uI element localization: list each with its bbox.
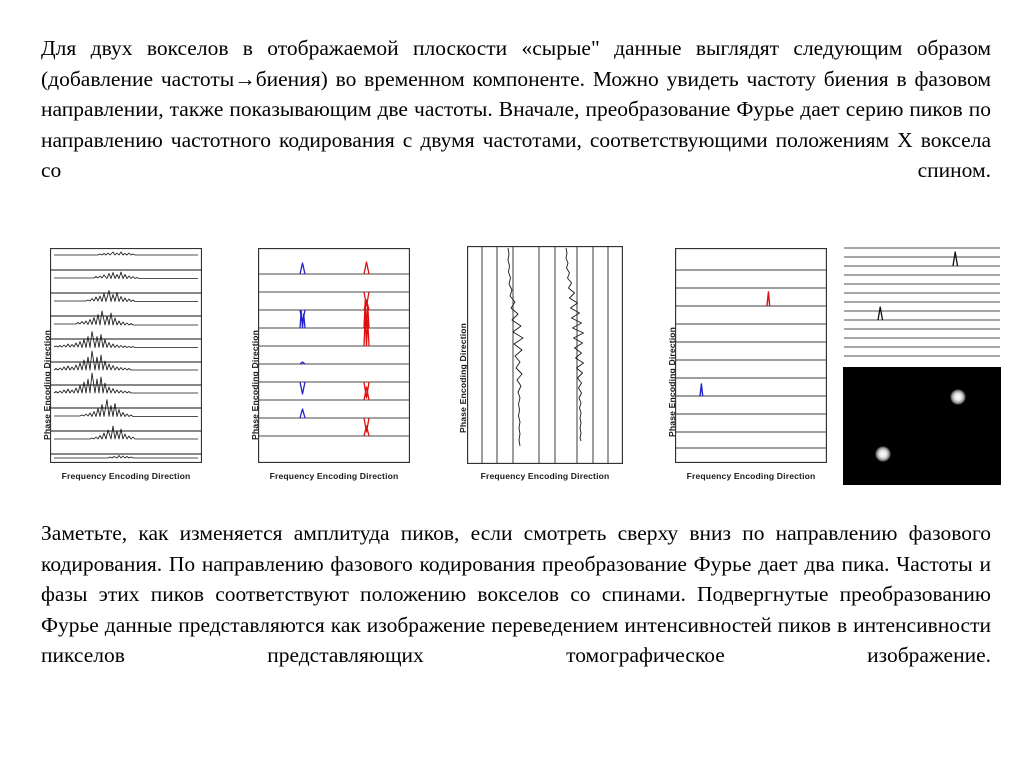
paragraph-bottom-text: Заметьте, как изменяется амплитуда пиков…	[41, 521, 991, 667]
panel3-x-axis-label: Frequency Encoding Direction	[480, 471, 610, 481]
figure-panel-image	[842, 243, 1010, 493]
panel4-x-axis-label: Frequency Encoding Direction	[686, 471, 816, 481]
figure-panel-ft-2d: Phase Encoding Direction Frequency Encod…	[655, 243, 833, 493]
panel1-x-axis-label: Frequency Encoding Direction	[61, 471, 191, 481]
paragraph-top: Для двух вокселов в отображаемой плоскос…	[41, 33, 991, 216]
panel5-reconstructed-image-svg	[843, 367, 1001, 485]
panel3-plot-svg	[467, 246, 623, 464]
panel2-x-axis-label: Frequency Encoding Direction	[269, 471, 399, 481]
voxel-spot-lower-left	[875, 446, 891, 462]
panel1-plot-svg	[50, 248, 202, 463]
reconstructed-slice-background	[843, 367, 1001, 485]
figure-strip: Phase Encoding Direction Frequency Encod…	[30, 243, 1010, 493]
figure-panel-phase-beats: Phase Encoding Direction Frequency Encod…	[447, 243, 627, 493]
paragraph-top-text: Для двух вокселов в отображаемой плоскос…	[41, 36, 991, 182]
voxel-spot-upper-right	[950, 389, 966, 405]
figure-panel-ft-frequency: Phase Encoding Direction Frequency Encod…	[238, 243, 416, 493]
panel2-plot-svg	[258, 248, 410, 463]
paragraph-bottom: Заметьте, как изменяется амплитуда пиков…	[41, 518, 991, 701]
figure-panel-raw-kspace: Phase Encoding Direction Frequency Encod…	[30, 243, 208, 493]
panel4-plot-svg	[675, 248, 827, 463]
slide-page: Для двух вокселов в отображаемой плоскос…	[0, 0, 1024, 767]
panel5-peaks-svg	[842, 243, 1002, 363]
